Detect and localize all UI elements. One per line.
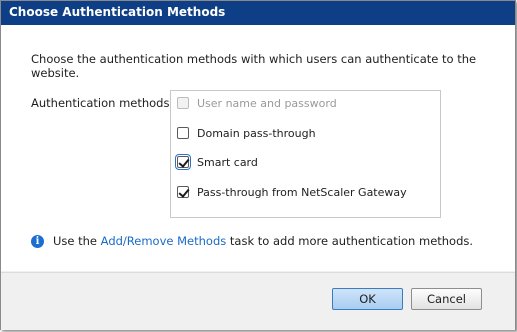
dialog-title: Choose Authentication Methods: [9, 5, 226, 19]
auth-methods-label: Authentication methods:: [31, 96, 174, 110]
domain-pass-through-label[interactable]: Domain pass-through: [197, 127, 316, 140]
dialog-content: Choose the authentication methods with w…: [1, 25, 515, 271]
method-netscaler-gateway[interactable]: Pass-through from NetScaler Gateway: [177, 183, 407, 201]
smart-card-checkbox[interactable]: [175, 154, 191, 170]
info-message: i Use the Add/Remove Methods task to add…: [31, 234, 473, 248]
dialog-description: Choose the authentication methods with w…: [31, 52, 477, 80]
info-text-suffix: task to add more authentication methods.: [226, 234, 474, 248]
ok-button[interactable]: OK: [332, 288, 403, 310]
method-user-name-password: User name and password: [177, 94, 337, 112]
netscaler-gateway-label[interactable]: Pass-through from NetScaler Gateway: [197, 186, 407, 199]
netscaler-gateway-checkbox[interactable]: [177, 186, 189, 198]
info-text: Use the Add/Remove Methods task to add m…: [53, 234, 473, 248]
method-smart-card[interactable]: Smart card: [175, 153, 258, 171]
smart-card-label[interactable]: Smart card: [197, 156, 258, 169]
info-icon: i: [31, 234, 44, 248]
choose-auth-methods-dialog: Choose Authentication Methods Choose the…: [0, 0, 516, 330]
dialog-footer: OK Cancel: [1, 272, 515, 330]
auth-methods-list: User name and password Domain pass-throu…: [170, 90, 441, 218]
add-remove-methods-link[interactable]: Add/Remove Methods: [101, 234, 227, 248]
info-text-prefix: Use the: [53, 234, 101, 248]
domain-pass-through-checkbox[interactable]: [177, 127, 189, 139]
user-name-password-label: User name and password: [197, 96, 337, 110]
cancel-button[interactable]: Cancel: [411, 288, 482, 310]
title-bar: Choose Authentication Methods: [1, 1, 515, 25]
user-name-password-checkbox: [177, 97, 189, 109]
method-domain-pass-through[interactable]: Domain pass-through: [177, 124, 316, 142]
